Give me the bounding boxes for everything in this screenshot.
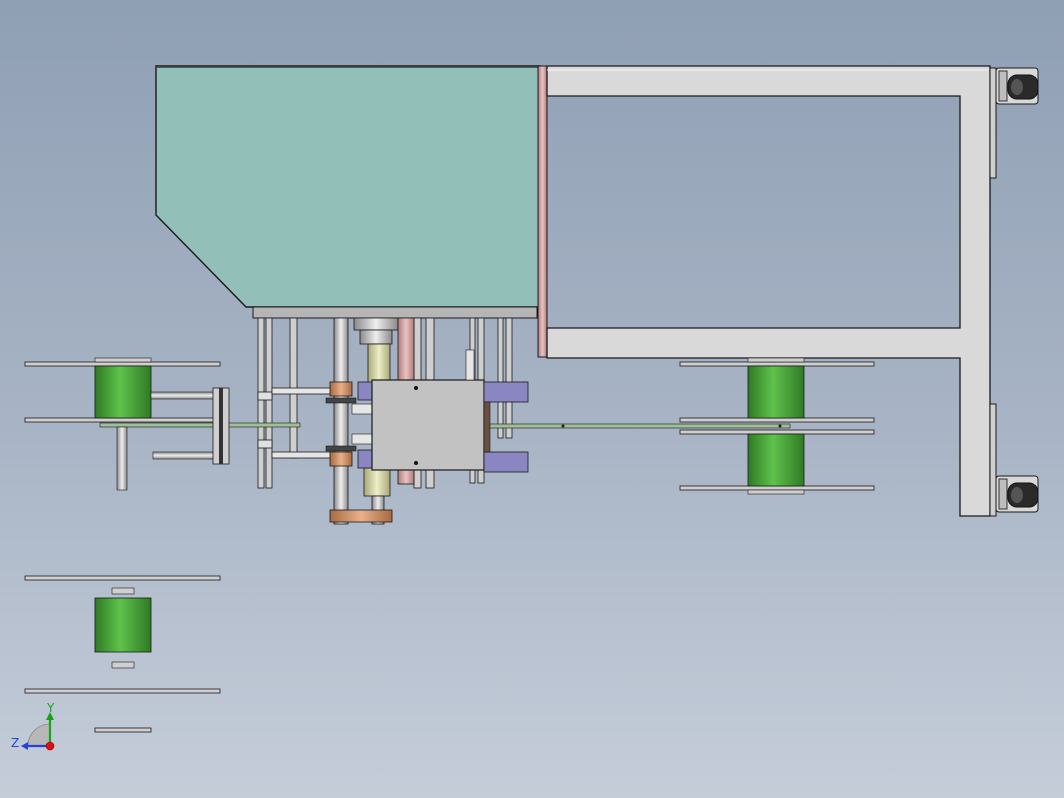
copper-bushing-bottom[interactable] xyxy=(329,451,353,467)
hopper-panel[interactable] xyxy=(155,65,541,308)
z-axis-head xyxy=(21,742,28,750)
z-axis-label: Z xyxy=(11,736,19,750)
triad-arc xyxy=(27,723,51,747)
caster-bracket-bottom[interactable] xyxy=(989,403,997,517)
y-axis-label: Y xyxy=(46,701,55,715)
film-roll-exploded[interactable] xyxy=(94,597,152,653)
cad-viewport[interactable]: Y Z xyxy=(0,0,1064,798)
copper-base-plate[interactable] xyxy=(329,509,393,523)
caster-bracket-top[interactable] xyxy=(989,67,997,179)
slider-block-top[interactable] xyxy=(483,381,529,403)
x-axis-dot xyxy=(45,741,55,751)
caster-wheel-top[interactable] xyxy=(995,67,1039,105)
hopper-side-plate[interactable] xyxy=(537,65,548,358)
hopper-body[interactable] xyxy=(155,65,548,358)
caster-wheel-bottom[interactable] xyxy=(995,475,1039,513)
film-roll-right-upper[interactable] xyxy=(747,365,805,419)
copper-bushing-top[interactable] xyxy=(329,381,353,397)
slider-block-bottom[interactable] xyxy=(483,451,529,473)
hopper-base-plate[interactable] xyxy=(252,306,538,319)
film-roll-right-lower[interactable] xyxy=(747,433,805,487)
view-orientation-triad[interactable]: Y Z xyxy=(11,701,55,751)
film-roll-left[interactable] xyxy=(94,365,152,419)
